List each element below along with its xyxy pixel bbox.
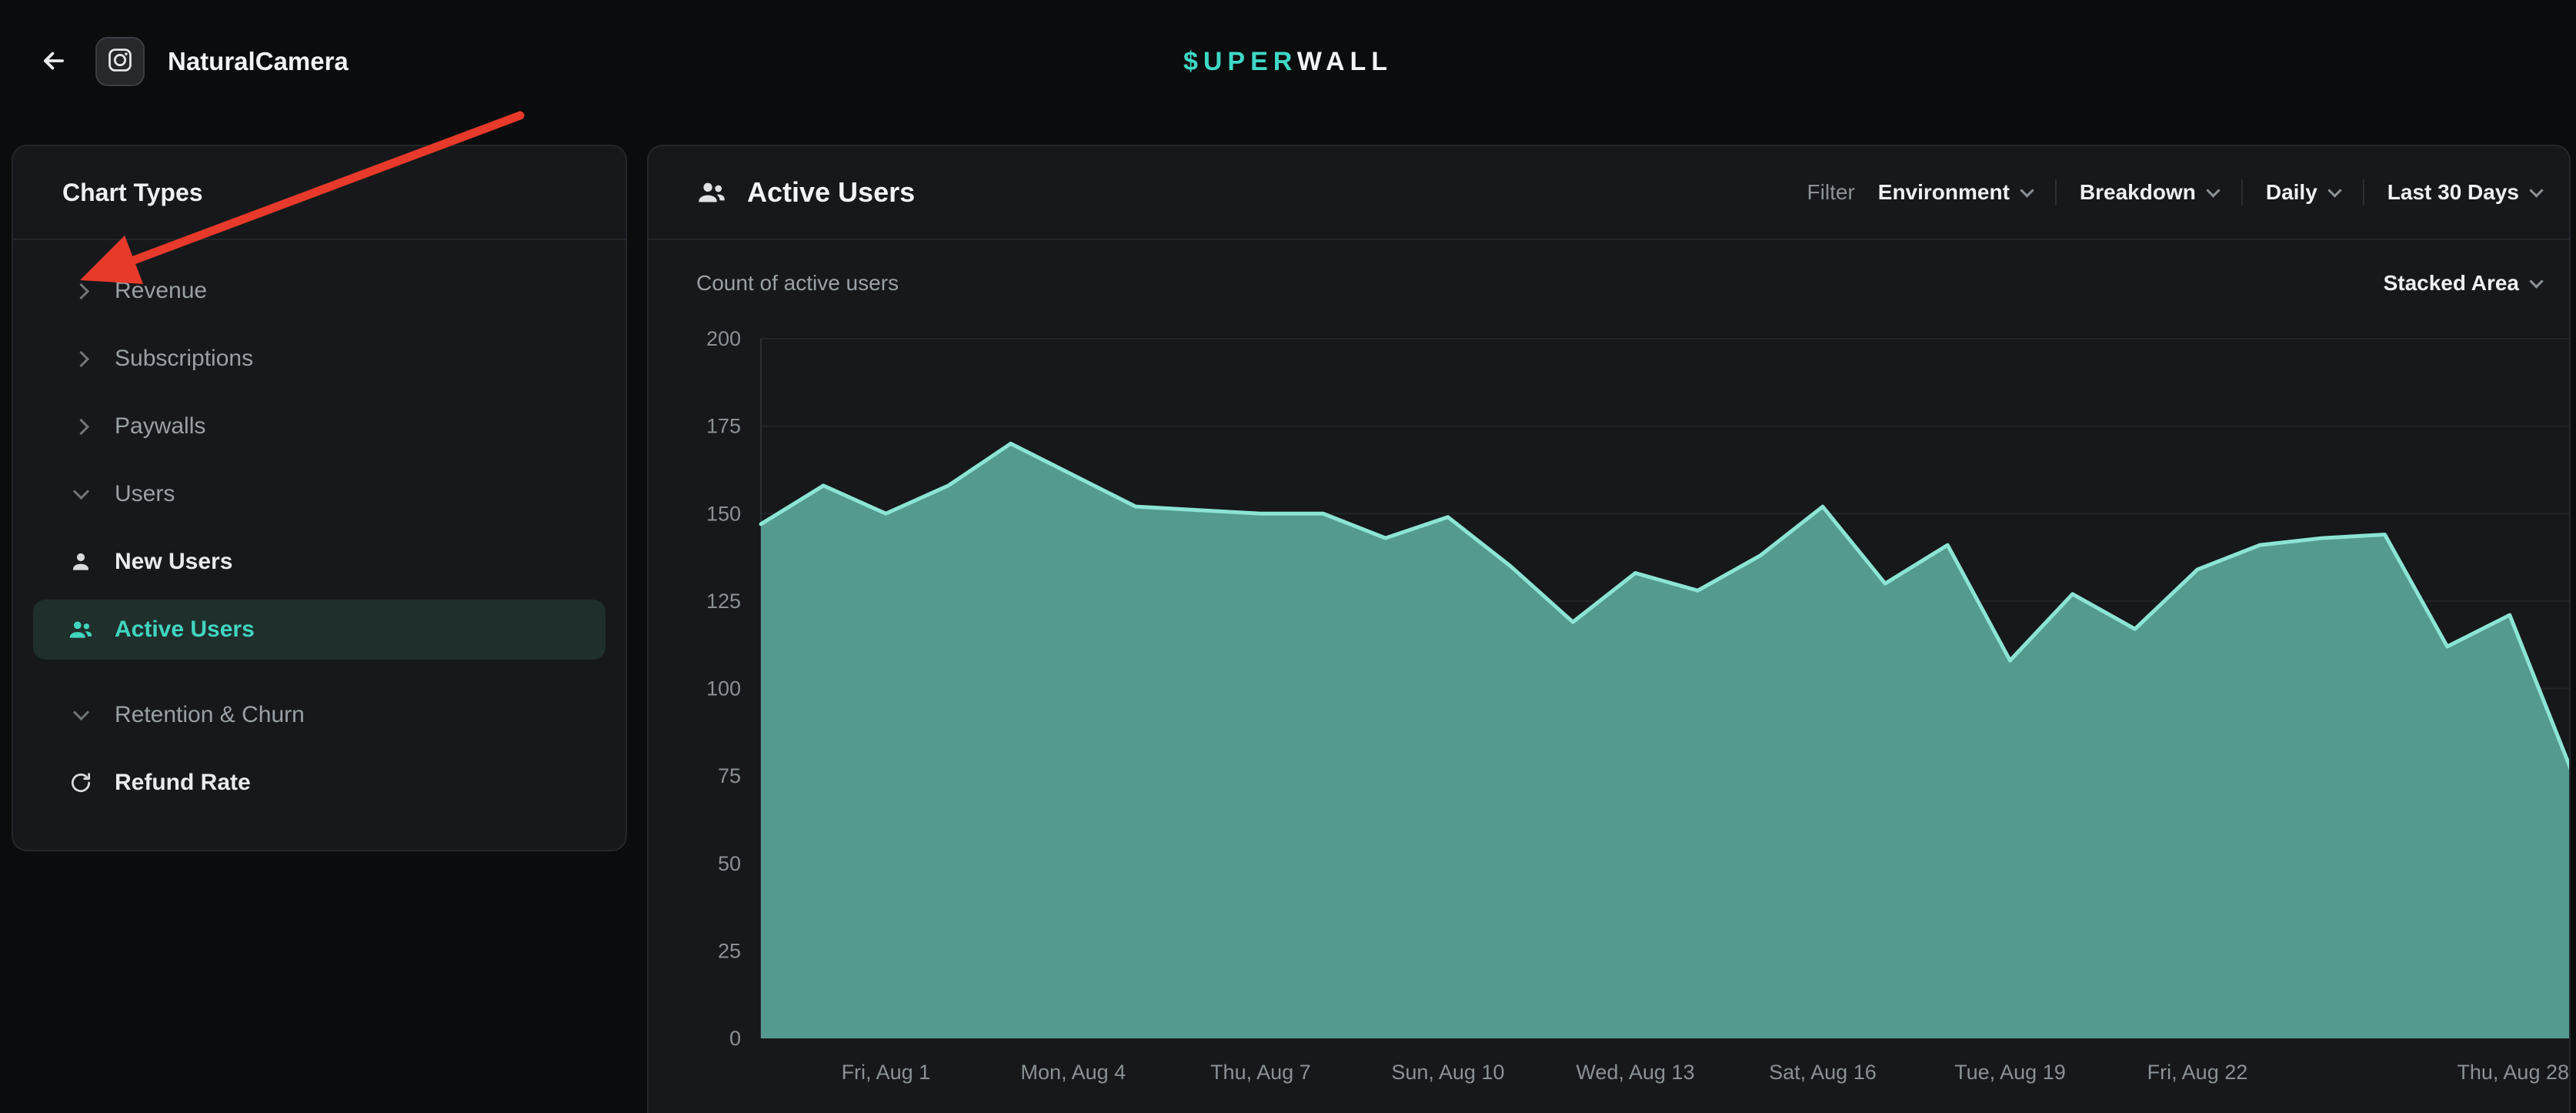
- chevron-right-icon: [67, 345, 95, 373]
- topbar: NaturalCamera $UPERWALL: [0, 0, 2576, 123]
- chart-types-sidebar: Chart Types Revenue Subscriptions Paywal…: [12, 145, 627, 851]
- sidebar-item-revenue[interactable]: Revenue: [13, 257, 626, 325]
- active-users-panel: Active Users Filter Environment Breakdow…: [647, 145, 2571, 1113]
- sidebar-item-label: Revenue: [115, 278, 207, 304]
- chevron-right-icon: [67, 277, 95, 305]
- chart-subheader: Count of active users Stacked Area: [649, 240, 2569, 326]
- y-tick-label: 200: [706, 327, 741, 350]
- chevron-down-icon: [2529, 274, 2543, 288]
- environment-dropdown-value: Environment: [1878, 180, 2010, 205]
- sidebar-item-label: New Users: [115, 549, 232, 575]
- y-tick-label: 150: [706, 502, 741, 525]
- back-button[interactable]: [31, 38, 77, 85]
- breakdown-dropdown-value: Breakdown: [2080, 180, 2196, 205]
- page-title: Active Users: [747, 176, 915, 209]
- chart-types-list: Revenue Subscriptions Paywalls Users New…: [13, 240, 626, 817]
- x-tick-label: Wed, Aug 13: [1576, 1061, 1694, 1084]
- list-spacer: [13, 663, 626, 681]
- y-tick-label: 175: [706, 415, 741, 438]
- x-tick-label: Tue, Aug 19: [1954, 1061, 2066, 1084]
- chevron-down-icon: [2529, 183, 2543, 197]
- interval-dropdown-value: Daily: [2266, 180, 2317, 205]
- y-tick-label: 75: [718, 764, 741, 787]
- chevron-down-icon: [67, 701, 95, 729]
- chart-type-dropdown-value: Stacked Area: [2384, 271, 2519, 296]
- date-range-dropdown-value: Last 30 Days: [2387, 180, 2519, 205]
- sidebar-item-label: Users: [115, 481, 175, 507]
- chevron-down-icon: [67, 480, 95, 508]
- sidebar-item-users[interactable]: Users: [13, 460, 626, 528]
- breakdown-dropdown[interactable]: Breakdown: [2080, 180, 2218, 205]
- x-tick-label: Thu, Aug 7: [1210, 1061, 1311, 1084]
- x-tick-label: Fri, Aug 1: [842, 1061, 931, 1084]
- y-tick-label: 50: [718, 852, 741, 875]
- app-icon: [95, 37, 145, 86]
- users-icon: [67, 616, 95, 643]
- interval-dropdown[interactable]: Daily: [2266, 180, 2340, 205]
- sidebar-item-paywalls[interactable]: Paywalls: [13, 393, 626, 460]
- sidebar-item-refund-rate[interactable]: Refund Rate: [13, 749, 626, 817]
- y-tick-label: 0: [729, 1027, 741, 1050]
- date-range-dropdown[interactable]: Last 30 Days: [2387, 180, 2541, 205]
- refresh-icon: [67, 769, 95, 797]
- separator: [2055, 179, 2057, 206]
- sidebar-item-active-users[interactable]: Active Users: [33, 600, 606, 660]
- sidebar-item-new-users[interactable]: New Users: [13, 528, 626, 596]
- logo-teal-part: $UPER: [1183, 47, 1297, 76]
- y-tick-label: 100: [706, 677, 741, 700]
- y-tick-label: 125: [706, 590, 741, 613]
- sidebar-item-label: Refund Rate: [115, 770, 251, 796]
- logo-white-part: WALL: [1297, 47, 1393, 76]
- separator: [2363, 179, 2364, 206]
- camera-icon: [105, 45, 135, 79]
- x-tick-label: Sat, Aug 16: [1769, 1061, 1877, 1084]
- sidebar-item-label: Active Users: [115, 617, 255, 643]
- chart-subtitle: Count of active users: [696, 271, 899, 296]
- app-name: NaturalCamera: [168, 47, 349, 76]
- chevron-down-icon: [2327, 183, 2341, 197]
- chevron-down-icon: [2020, 183, 2034, 197]
- x-tick-label: Sun, Aug 10: [1391, 1061, 1504, 1084]
- environment-dropdown[interactable]: Environment: [1878, 180, 2032, 205]
- arrow-left-icon: [39, 46, 68, 78]
- separator: [2241, 179, 2243, 206]
- panel-header: Active Users Filter Environment Breakdow…: [649, 146, 2569, 240]
- sidebar-item-label: Subscriptions: [115, 346, 253, 372]
- sidebar-item-label: Retention & Churn: [115, 702, 305, 728]
- filter-bar: Filter Environment Breakdown Daily Last …: [1807, 179, 2541, 206]
- chart-type-dropdown[interactable]: Stacked Area: [2384, 271, 2541, 296]
- area-series-active-users: [761, 443, 2571, 1038]
- x-tick-label: Mon, Aug 4: [1021, 1061, 1126, 1084]
- sidebar-item-label: Paywalls: [115, 413, 205, 440]
- user-icon: [67, 548, 95, 576]
- y-tick-label: 25: [718, 939, 741, 962]
- superwall-logo: $UPERWALL: [1183, 47, 1393, 77]
- sidebar-title: Chart Types: [13, 146, 626, 240]
- x-tick-label: Thu, Aug 28: [2457, 1061, 2569, 1084]
- x-tick-label: Fri, Aug 22: [2147, 1061, 2248, 1084]
- chevron-right-icon: [67, 413, 95, 440]
- chevron-down-icon: [2206, 183, 2220, 197]
- sidebar-item-retention-churn[interactable]: Retention & Churn: [13, 681, 626, 749]
- sidebar-item-subscriptions[interactable]: Subscriptions: [13, 325, 626, 393]
- filter-label: Filter: [1807, 180, 1855, 205]
- users-icon: [696, 177, 727, 208]
